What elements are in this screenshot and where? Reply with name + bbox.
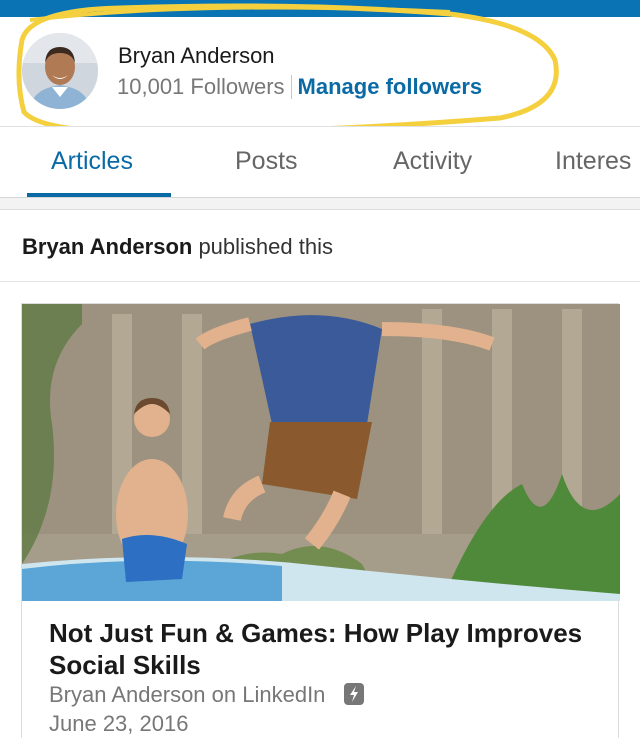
followers-count: 10,001 Followers — [117, 74, 285, 99]
tab-articles[interactable]: Articles — [51, 147, 133, 176]
article-card[interactable]: Not Just Fun & Games: How Play Improves … — [21, 303, 620, 738]
article-image[interactable] — [22, 304, 620, 601]
divider — [290, 75, 292, 99]
divider — [0, 281, 640, 282]
manage-followers-link[interactable]: Manage followers — [298, 74, 483, 99]
avatar[interactable] — [22, 33, 98, 109]
feed-card: Bryan Anderson published this Not Just F… — [0, 209, 640, 738]
tab-interests[interactable]: Interes — [555, 147, 631, 176]
profile-tabs: Articles Posts Activity Interes — [0, 126, 640, 198]
lightning-bolt-icon — [343, 683, 364, 705]
article-byline-text: Bryan Anderson on LinkedIn — [49, 682, 326, 707]
tab-activity[interactable]: Activity — [393, 147, 472, 176]
profile-header: Bryan Anderson 10,001 Followers Manage fo… — [0, 17, 640, 126]
top-app-bar — [0, 0, 640, 17]
article-title[interactable]: Not Just Fun & Games: How Play Improves … — [49, 617, 609, 681]
published-action: published this — [192, 234, 333, 259]
author-name[interactable]: Bryan Anderson — [22, 234, 192, 259]
profile-name[interactable]: Bryan Anderson — [118, 43, 275, 69]
active-tab-indicator — [27, 193, 171, 197]
published-line: Bryan Anderson published this — [22, 234, 333, 260]
followers-row: 10,001 Followers Manage followers — [117, 74, 482, 100]
article-byline: Bryan Anderson on LinkedIn — [49, 682, 364, 708]
tab-posts[interactable]: Posts — [235, 147, 298, 176]
article-date: June 23, 2016 — [49, 711, 189, 736]
